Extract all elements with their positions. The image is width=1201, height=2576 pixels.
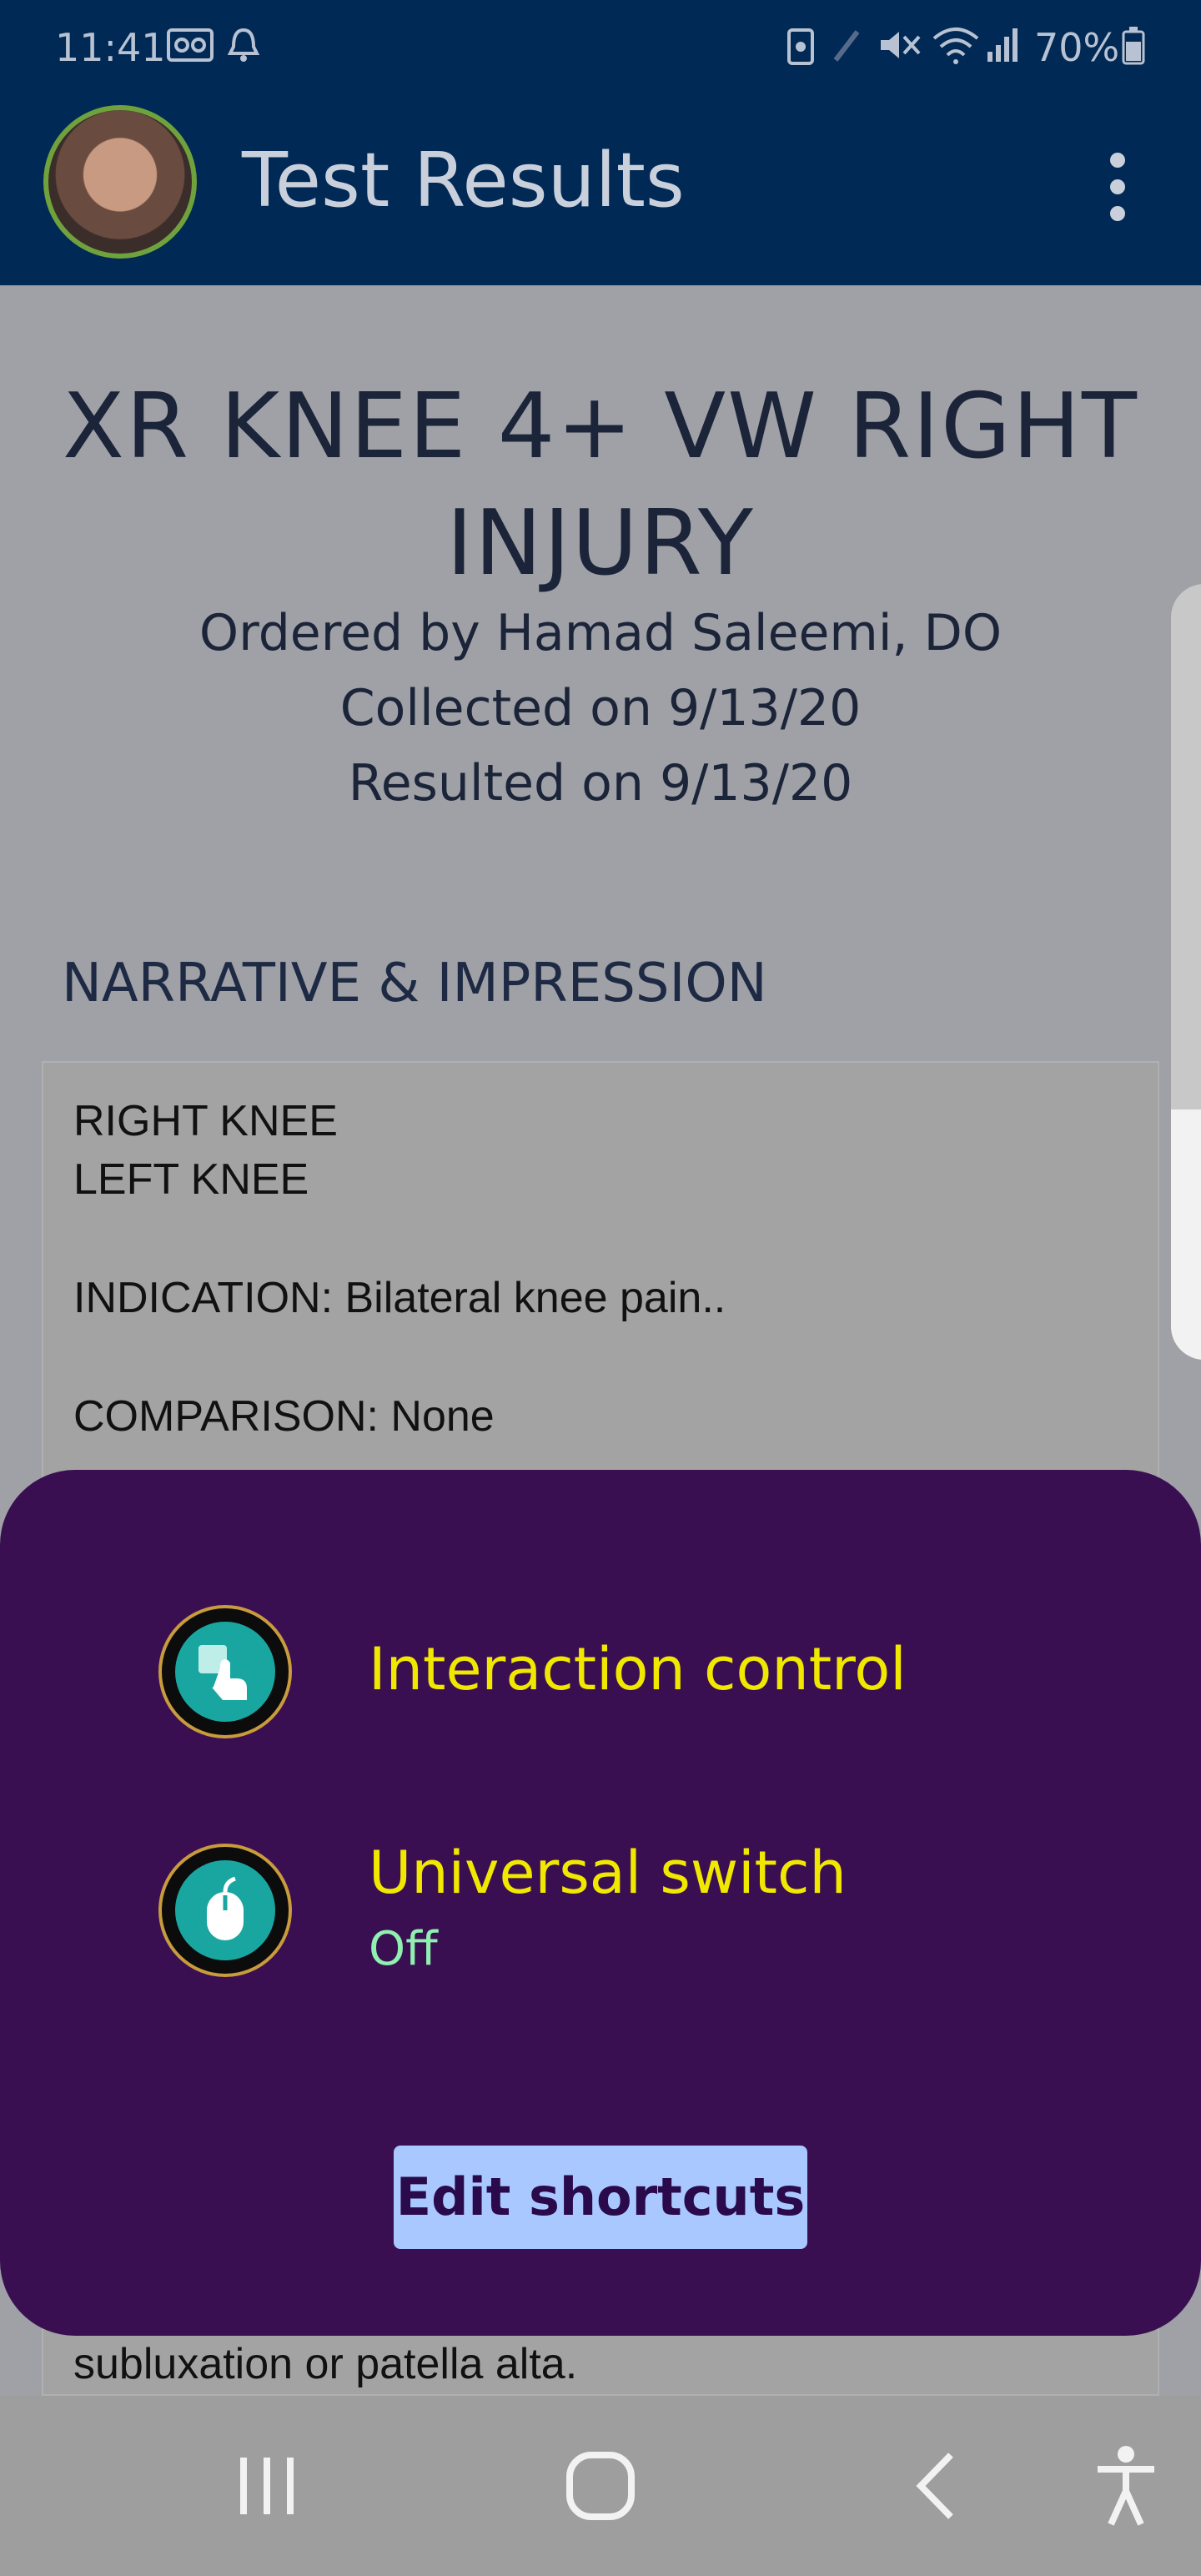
edge-panel-handle-lower[interactable] [1171, 1109, 1201, 1360]
recents-button[interactable] [183, 2396, 350, 2576]
voicemail-icon [167, 28, 214, 62]
alarm-icon [227, 28, 260, 62]
battery-saver-icon [787, 28, 814, 65]
shortcut-status: Off [369, 1922, 438, 1976]
app-bar: Test Results [0, 92, 1201, 285]
resulted-date: Resulted on 9/13/20 [348, 754, 853, 813]
more-vert-icon[interactable] [1101, 145, 1134, 229]
section-heading: NARRATIVE & IMPRESSION [62, 953, 767, 1014]
home-button[interactable] [517, 2396, 684, 2576]
narrative-line: COMPARISON: None [73, 1392, 495, 1441]
recents-icon [240, 2458, 294, 2514]
accessibility-icon [1098, 2446, 1154, 2526]
shortcut-label: Universal switch [369, 1839, 847, 1907]
battery-icon [1122, 27, 1145, 65]
accessibility-button[interactable] [1043, 2396, 1201, 2576]
signal-icon [987, 28, 1018, 62]
report-title: XR KNEE 4+ VW RIGHT INJURY [62, 375, 1139, 596]
mute-icon [881, 32, 921, 58]
page-title: Test Results [242, 137, 685, 224]
back-button[interactable] [854, 2396, 1021, 2576]
interaction-control-icon [158, 1605, 292, 1738]
pen-icon [833, 30, 860, 62]
collected-date: Collected on 9/13/20 [339, 679, 862, 737]
status-time: 11:41 [55, 25, 166, 70]
avatar[interactable] [43, 105, 197, 259]
status-bar: 11:41 70% [0, 0, 1201, 92]
edit-shortcuts-button[interactable]: Edit shortcuts [394, 2146, 807, 2249]
narrative-line: LEFT KNEE [73, 1155, 309, 1204]
home-icon [566, 2452, 635, 2520]
narrative-line: INDICATION: Bilateral knee pain.. [73, 1274, 726, 1322]
narrative-line: subluxation or patella alta. [73, 2340, 578, 2388]
back-icon [916, 2453, 953, 2519]
battery-percent: 70% [1034, 25, 1120, 70]
ordered-by: Ordered by Hamad Saleemi, DO [198, 604, 1003, 662]
shortcut-label: Interaction control [369, 1635, 907, 1703]
universal-switch-icon [158, 1844, 292, 1977]
narrative-line: RIGHT KNEE [73, 1097, 338, 1145]
wifi-icon [932, 28, 979, 64]
navigation-bar [0, 2396, 1201, 2576]
